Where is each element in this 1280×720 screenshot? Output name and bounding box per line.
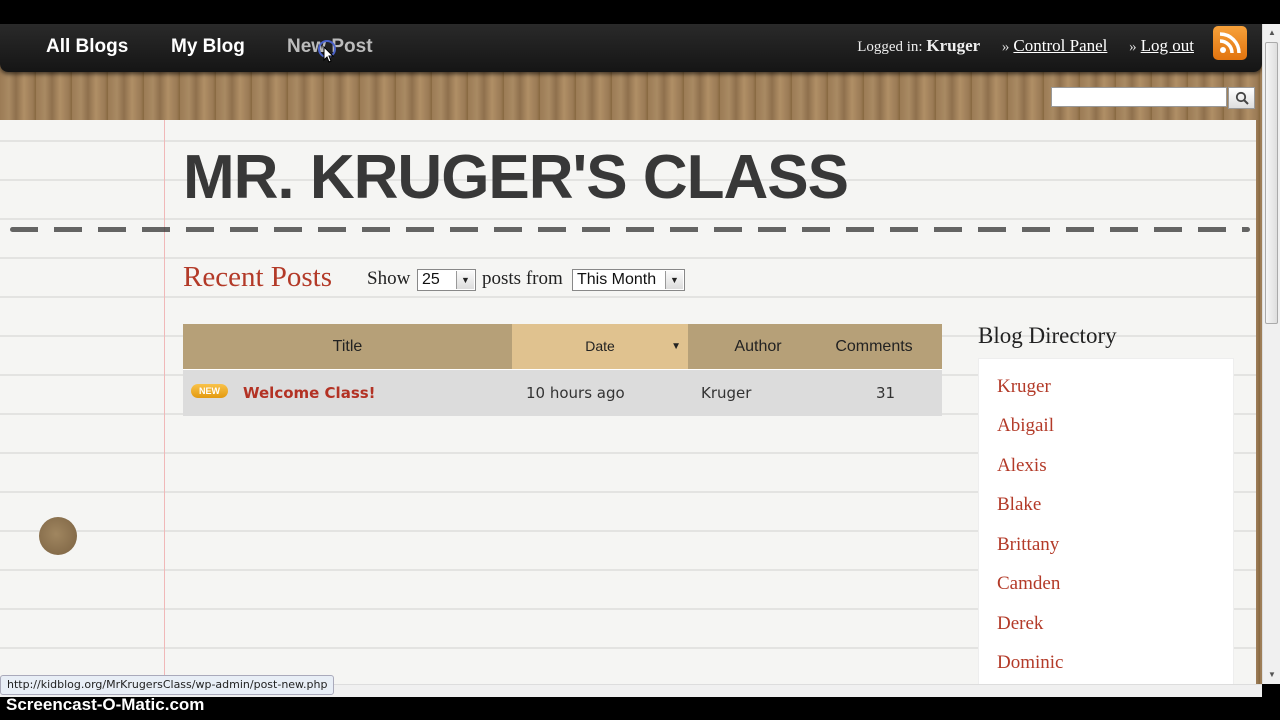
rss-feed-icon[interactable] xyxy=(1213,26,1247,60)
directory-item[interactable]: Blake xyxy=(997,494,1041,516)
top-black-bar xyxy=(0,0,1280,24)
screencast-watermark: Screencast-O-Matic.com xyxy=(6,695,205,714)
notebook-paper-content: MR. KRUGER'S CLASS Recent Posts Show 25 … xyxy=(0,120,1256,684)
table-header: Title Date ▼ Author Comments xyxy=(183,324,942,369)
column-header-title[interactable]: Title xyxy=(183,324,512,369)
directory-item[interactable]: Alexis xyxy=(997,455,1047,477)
dashed-divider xyxy=(10,227,1250,232)
nav-my-blog[interactable]: My Blog xyxy=(171,36,245,58)
login-area: Logged in: Kruger » Control Panel » Log ou… xyxy=(857,36,1194,56)
directory-item[interactable]: Camden xyxy=(997,573,1060,595)
post-count-select[interactable]: 25 ▼ xyxy=(417,269,476,291)
margin-line xyxy=(164,120,165,684)
mouse-cursor-highlight xyxy=(318,40,336,63)
directory-item[interactable]: Dominic xyxy=(997,652,1064,674)
binder-hole xyxy=(39,517,77,555)
directory-item[interactable]: Kruger xyxy=(997,376,1051,398)
new-badge: NEW xyxy=(191,384,228,398)
directory-item[interactable]: Abigail xyxy=(997,415,1054,437)
search-input[interactable] xyxy=(1051,87,1227,107)
magnifier-icon xyxy=(1235,91,1249,105)
search-button[interactable] xyxy=(1228,87,1255,109)
post-title-link[interactable]: Welcome Class! xyxy=(243,384,376,402)
directory-item[interactable]: Brittany xyxy=(997,534,1059,556)
log-out-link[interactable]: Log out xyxy=(1141,36,1194,55)
logged-in-username: Kruger xyxy=(926,36,981,55)
site-title: MR. KRUGER'S CLASS xyxy=(183,143,849,212)
blog-directory-list: Kruger Abigail Alexis Blake Brittany Cam… xyxy=(978,358,1234,684)
show-label: Show xyxy=(367,268,411,289)
recent-posts-heading: Recent Posts xyxy=(183,261,333,293)
period-value: This Month xyxy=(577,271,657,288)
control-panel-link[interactable]: Control Panel xyxy=(1013,36,1107,55)
scroll-down-arrow-icon[interactable]: ▼ xyxy=(1263,667,1280,683)
vertical-scrollbar[interactable]: ▲ ▼ xyxy=(1262,24,1280,684)
raquo-separator: » xyxy=(1001,39,1010,55)
logged-in-label: Logged in: xyxy=(857,39,923,55)
posts-from-label: posts from xyxy=(482,268,563,289)
post-date: 10 hours ago xyxy=(526,384,625,402)
column-header-author[interactable]: Author xyxy=(718,324,798,369)
scrollbar-thumb[interactable] xyxy=(1265,42,1278,324)
post-comment-count: 31 xyxy=(876,384,896,402)
dropdown-arrow-icon: ▼ xyxy=(665,271,683,289)
top-navbar: All Blogs My Blog New Post Logged in: Kr… xyxy=(0,24,1262,72)
dropdown-arrow-icon: ▼ xyxy=(456,271,474,289)
sort-desc-icon: ▼ xyxy=(671,341,681,352)
raquo-separator: » xyxy=(1129,39,1137,55)
table-row[interactable]: NEW Welcome Class! 10 hours ago Kruger 3… xyxy=(183,369,942,416)
posts-table: Title Date ▼ Author Comments NEW Welcome… xyxy=(183,324,942,416)
column-header-date[interactable]: Date ▼ xyxy=(512,324,688,369)
blog-directory-heading: Blog Directory xyxy=(978,323,1117,348)
period-select[interactable]: This Month ▼ xyxy=(572,269,685,291)
column-header-date-label: Date xyxy=(585,338,615,354)
status-bar-url: http://kidblog.org/MrKrugersClass/wp-adm… xyxy=(0,675,335,695)
directory-item[interactable]: Derek xyxy=(997,613,1043,635)
nav-all-blogs[interactable]: All Blogs xyxy=(46,36,128,58)
post-author: Kruger xyxy=(701,384,752,402)
scroll-up-arrow-icon[interactable]: ▲ xyxy=(1263,25,1280,41)
post-count-value: 25 xyxy=(422,271,440,288)
column-header-comments[interactable]: Comments xyxy=(828,324,920,369)
